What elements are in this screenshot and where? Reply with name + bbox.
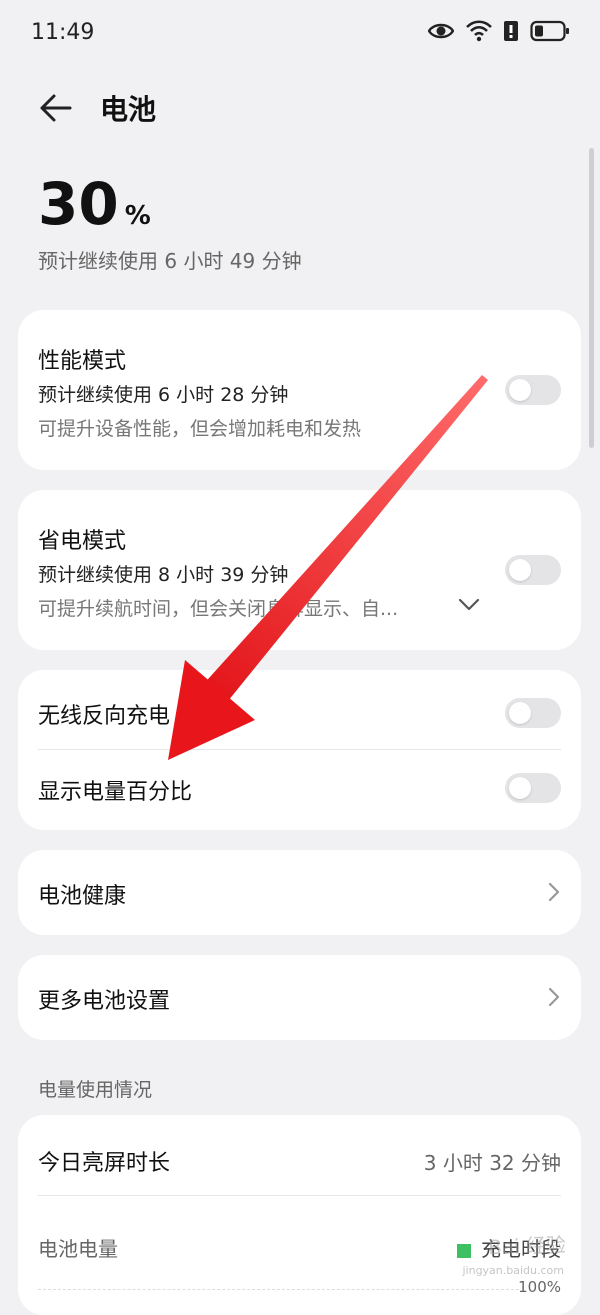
usage-card: 今日亮屏时长 3 小时 32 分钟 电池电量 充电时段 100% — [18, 1115, 581, 1315]
performance-mode-title: 性能模式 — [38, 349, 127, 374]
back-button[interactable] — [36, 88, 76, 128]
show-percent-toggle[interactable] — [505, 773, 561, 803]
battery-icon — [530, 20, 569, 42]
watermark: Bai 经验 — [487, 1232, 567, 1260]
battery-level-label: 电池电量 — [38, 1237, 118, 1261]
toggles-card: 无线反向充电 显示电量百分比 — [18, 670, 581, 830]
legend-swatch — [457, 1243, 471, 1258]
performance-mode-desc: 可提升设备性能，但会增加耗电和发热 — [38, 418, 362, 440]
chart-gridline — [38, 1289, 519, 1291]
battery-percent-unit: % — [124, 201, 151, 231]
divider — [38, 749, 561, 750]
more-settings-label: 更多电池设置 — [38, 989, 171, 1014]
battery-health-item[interactable]: 电池健康 — [18, 850, 581, 935]
arrow-left-icon — [40, 94, 72, 122]
power-saving-toggle[interactable] — [505, 555, 561, 585]
battery-percent-value: 30 — [38, 170, 119, 238]
wireless-reverse-toggle[interactable] — [505, 698, 561, 728]
screen-time-label: 今日亮屏时长 — [38, 1151, 171, 1176]
performance-mode-estimate: 预计继续使用 6 小时 28 分钟 — [38, 384, 289, 406]
power-saving-estimate: 预计继续使用 8 小时 39 分钟 — [38, 564, 289, 586]
performance-mode-toggle[interactable] — [505, 375, 561, 405]
status-icons — [428, 20, 570, 42]
page-title: 电池 — [100, 93, 157, 126]
power-saving-title: 省电模式 — [38, 529, 127, 554]
wifi-icon — [466, 20, 492, 42]
eye-icon — [428, 23, 454, 39]
status-bar: 11:49 — [0, 0, 600, 70]
power-saving-desc: 可提升续航时间，但会关闭息屏显示、自... — [38, 598, 399, 620]
chevron-right-icon — [548, 882, 560, 902]
watermark-sub: jingyan.baidu.com — [462, 1264, 564, 1277]
chevron-right-icon — [548, 987, 560, 1007]
wireless-reverse-label: 无线反向充电 — [38, 704, 171, 729]
performance-mode-card[interactable]: 性能模式 预计继续使用 6 小时 28 分钟 可提升设备性能，但会增加耗电和发热 — [18, 310, 581, 470]
battery-estimate: 预计继续使用 6 小时 49 分钟 — [38, 249, 302, 273]
toggle-knob — [509, 379, 531, 401]
power-saving-card[interactable]: 省电模式 预计继续使用 8 小时 39 分钟 可提升续航时间，但会关闭息屏显示、… — [18, 490, 581, 650]
toggle-knob — [509, 777, 531, 799]
more-settings-item[interactable]: 更多电池设置 — [18, 955, 581, 1040]
status-time: 11:49 — [31, 20, 95, 45]
chart-axis-top: 100% — [518, 1278, 561, 1296]
battery-percentage: 30% — [38, 170, 151, 238]
usage-section-label: 电量使用情况 — [38, 1079, 153, 1101]
scrollbar[interactable] — [589, 148, 594, 448]
toggle-knob — [509, 702, 531, 724]
chevron-down-icon[interactable] — [458, 598, 480, 612]
show-percent-label: 显示电量百分比 — [38, 780, 193, 805]
toggle-knob — [509, 559, 531, 581]
battery-health-label: 电池健康 — [38, 884, 127, 909]
screen-time-value: 3 小时 32 分钟 — [423, 1151, 561, 1175]
alert-icon — [504, 21, 518, 41]
page-header: 电池 — [0, 80, 600, 134]
divider — [38, 1195, 561, 1196]
